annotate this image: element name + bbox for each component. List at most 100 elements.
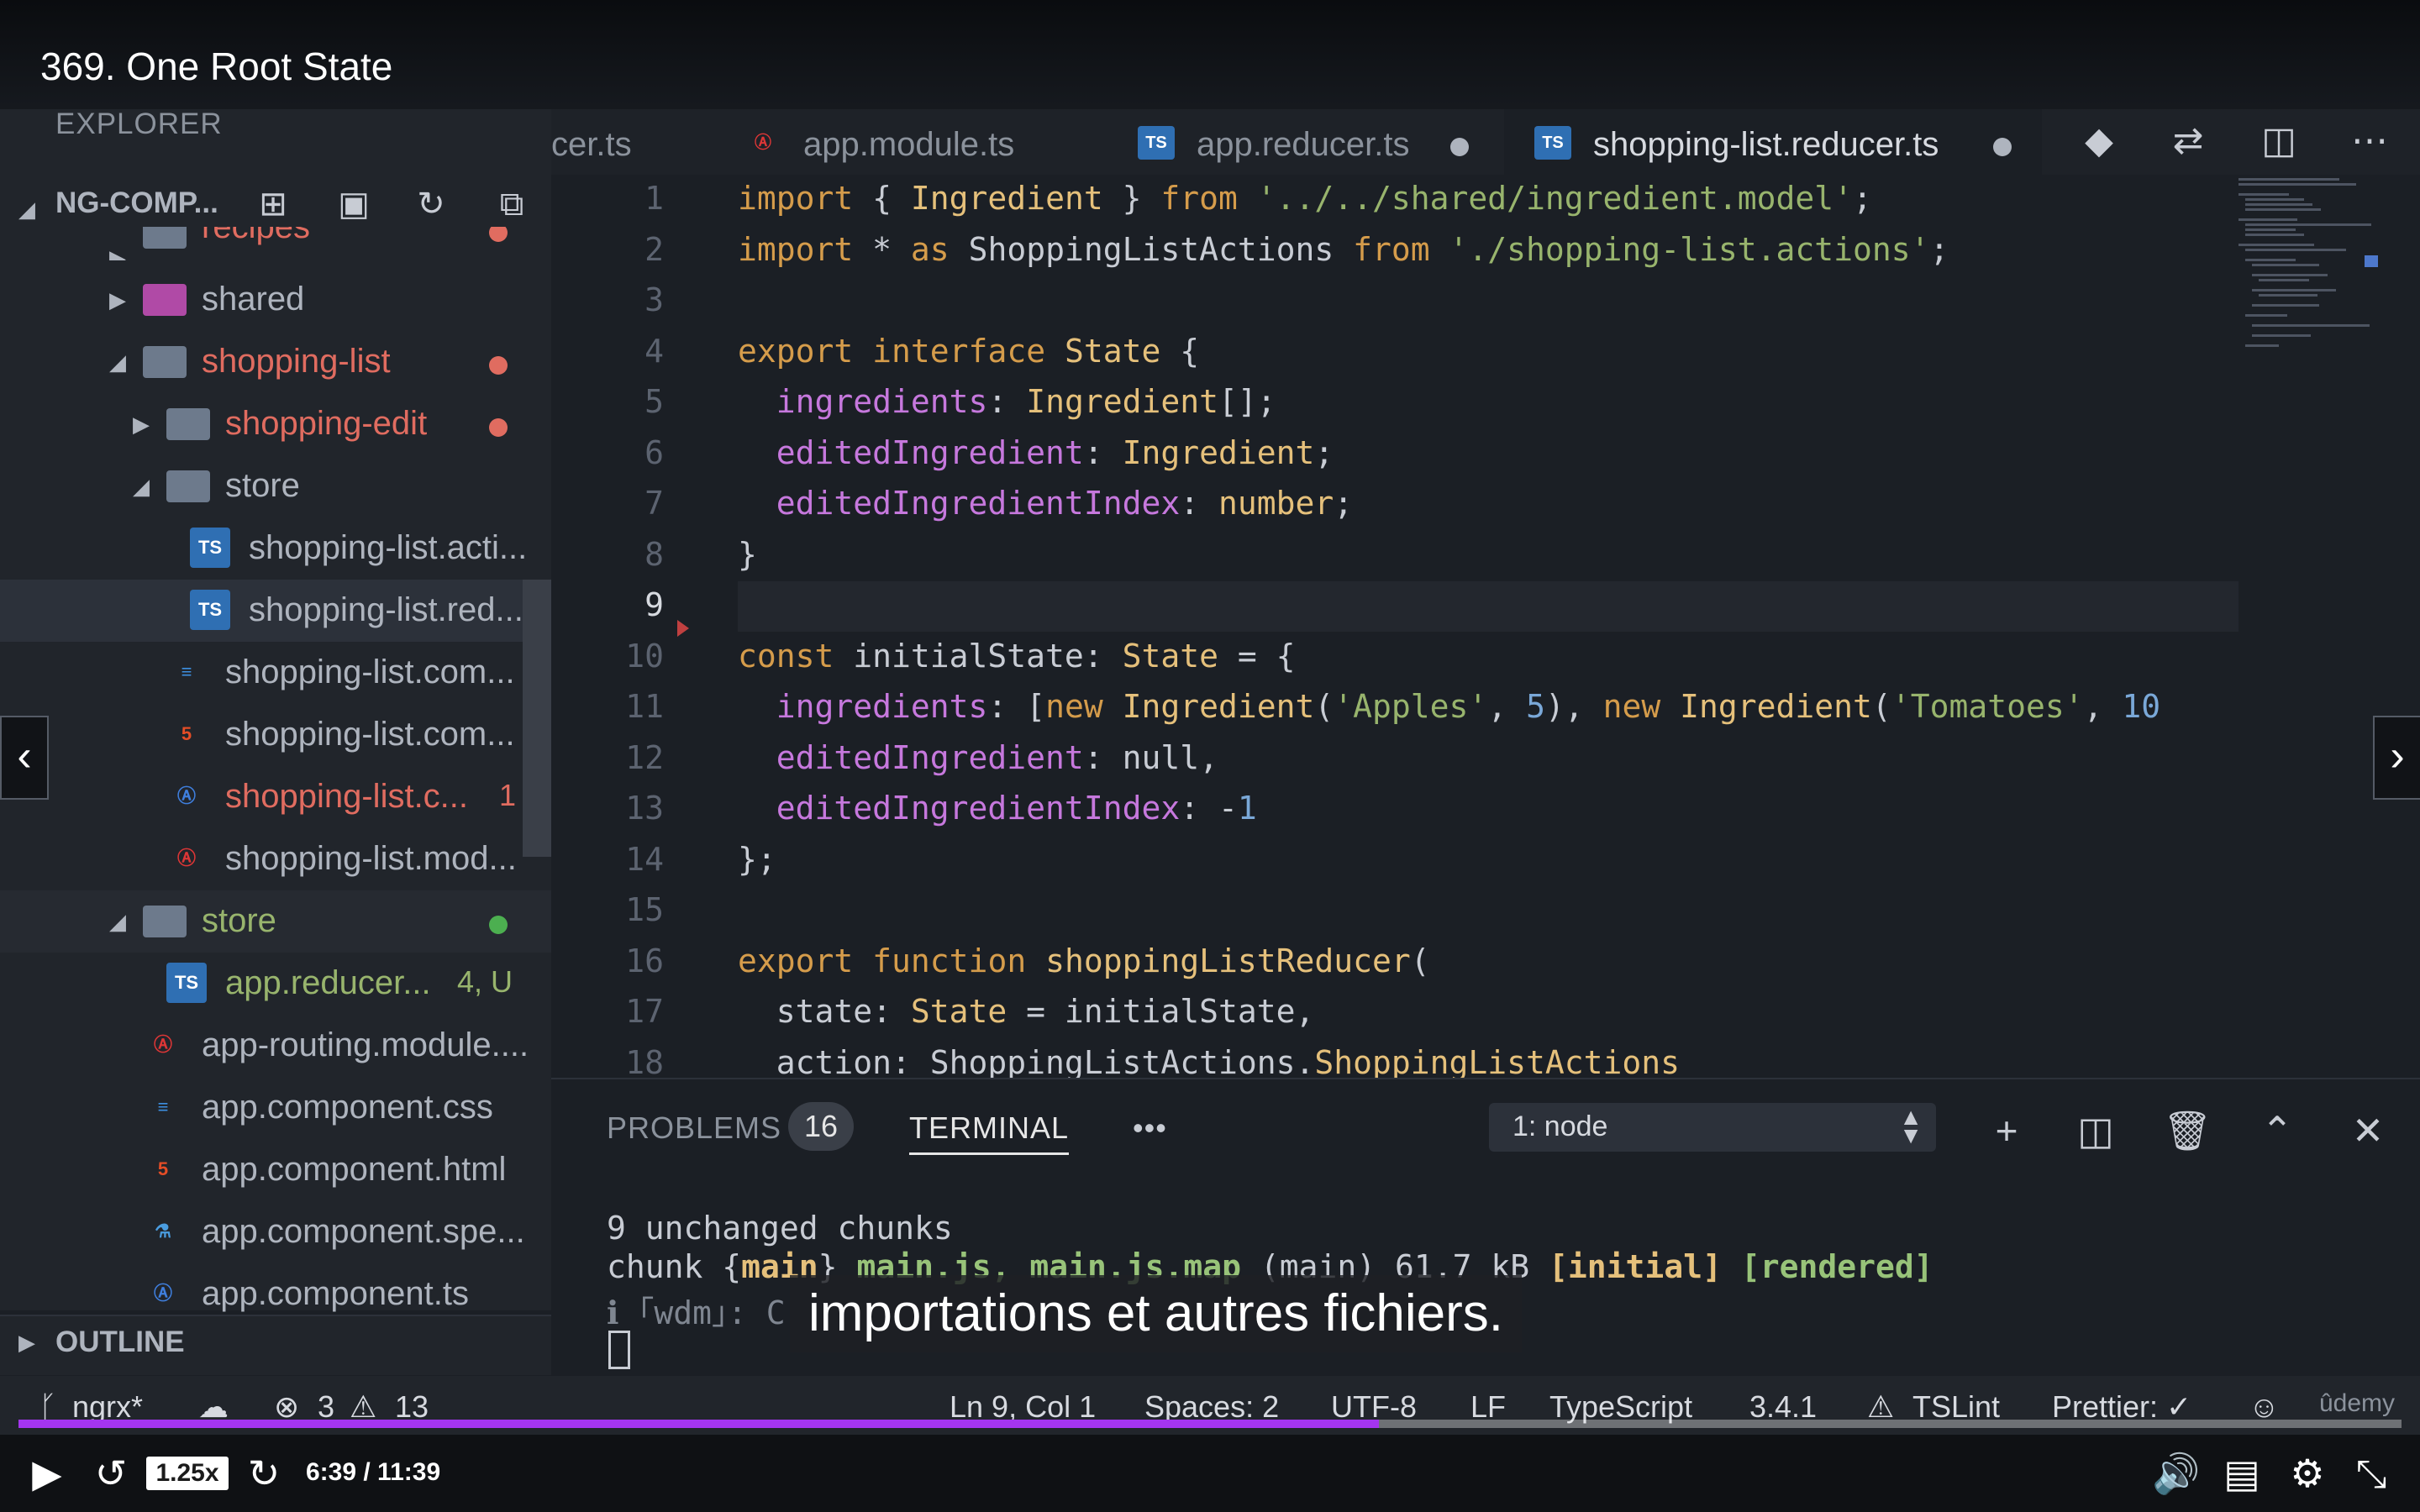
tree-item[interactable]: ≡ app.component.css (0, 1077, 551, 1139)
code-line: ingredients: Ingredient[]; (776, 383, 1276, 420)
collapse-all-icon[interactable]: ⧉ (491, 183, 533, 225)
git-icon[interactable]: ◆ (2075, 118, 2123, 165)
tree-item-label: store (225, 467, 300, 504)
tree-item-label: shopping-list.c... (225, 778, 469, 815)
outline-label: OUTLINE (55, 1326, 185, 1358)
chevron-down-icon[interactable]: ◢ (133, 474, 150, 500)
tree-item-label: app.component.css (202, 1089, 493, 1126)
volume-icon[interactable]: 🔊 (2151, 1448, 2202, 1499)
css-icon: ≡ (181, 661, 192, 682)
tree-item[interactable]: ◢ shopping-list (0, 331, 551, 393)
tree-item[interactable]: ≡ shopping-list.com... (0, 642, 551, 704)
captions-icon[interactable]: ▤ (2217, 1448, 2267, 1499)
tab-app-reducer[interactable]: TS app.reducer.ts (1126, 109, 1512, 175)
chevron-down-icon: ◢ (18, 197, 35, 222)
tree-item[interactable]: ▶ shared (0, 269, 551, 331)
tree-item-badge: 1 (499, 778, 517, 812)
new-folder-icon[interactable]: ▣ (333, 183, 375, 225)
chevron-down-icon[interactable]: ◢ (109, 909, 126, 935)
close-panel-icon[interactable]: ✕ (2344, 1107, 2391, 1154)
code-line: editedIngredient: null, (776, 738, 1218, 776)
chevron-right-icon: ▶ (18, 1330, 35, 1355)
more-actions-icon[interactable]: ⋯ (2346, 118, 2393, 165)
typescript-icon: TS (1138, 126, 1175, 160)
play-icon[interactable]: ▶ (22, 1448, 72, 1499)
terminal-line: ℹ ｢wdm｣: C (607, 1294, 786, 1331)
line-number: 8 (644, 535, 664, 573)
tree-item-label: shopping-list.acti... (249, 529, 528, 566)
tab-terminal[interactable]: TERMINAL (909, 1110, 1070, 1155)
new-file-icon[interactable]: ⊞ (252, 183, 294, 225)
compare-icon[interactable]: ⇄ (2165, 118, 2212, 165)
code-line: editedIngredientIndex: -1 (776, 790, 1257, 827)
folder-icon (143, 284, 187, 316)
refresh-icon[interactable]: ↻ (410, 183, 452, 225)
split-editor-icon[interactable]: ◫ (2255, 118, 2302, 165)
tab-reducer-partial[interactable]: cer.ts (551, 109, 686, 175)
line-number: 3 (644, 281, 664, 318)
minimap[interactable] (2238, 175, 2378, 444)
status-dot-icon (489, 418, 508, 437)
tree-item[interactable]: TS shopping-list.acti... (0, 517, 551, 580)
select-arrows-icon: ▲ ▼ (1899, 1104, 1923, 1148)
tree-item[interactable]: ⚗ app.component.spe... (0, 1201, 551, 1263)
panel-more-icon[interactable]: ••• (1133, 1110, 1167, 1146)
code-line: state: State = initialState, (738, 993, 1315, 1030)
unsaved-dot-icon (1450, 138, 1469, 156)
video-subtitle: importations et autres fichiers. (790, 1275, 1523, 1352)
line-number: 5 (644, 383, 664, 420)
tree-item[interactable]: TS app.reducer... 4, U (0, 953, 551, 1015)
status-dot-icon (489, 356, 508, 375)
chevron-right-icon[interactable]: ▶ (109, 245, 126, 260)
typescript-icon: TS (166, 963, 207, 1003)
tree-item[interactable]: ▶ recipes (0, 227, 551, 260)
chevron-right-icon[interactable]: ▶ (133, 412, 150, 438)
project-name: NG-COMP... (55, 186, 218, 219)
video-time: 6:39 / 11:39 (306, 1458, 441, 1486)
tree-item-label: app.component.html (202, 1151, 507, 1188)
tree-item[interactable]: Ⓐshopping-list.c... 1 (0, 766, 551, 828)
code-line: editedIngredient: Ingredient; (776, 433, 1334, 471)
tree-item[interactable]: Ⓐshopping-list.mod... (0, 828, 551, 890)
playback-speed-button[interactable]: 1.25x (146, 1457, 229, 1490)
chevron-up-icon[interactable]: ⌃ (2254, 1107, 2301, 1154)
tree-item-label: recipes (202, 227, 310, 245)
html-icon: 5 (157, 1158, 169, 1179)
previous-lecture-button[interactable]: ‹ (0, 716, 49, 800)
tree-item[interactable]: ◢ store (0, 890, 551, 953)
tab-problems[interactable]: PROBLEMS (607, 1110, 781, 1146)
settings-gear-icon[interactable]: ⚙ (2282, 1448, 2333, 1499)
tree-item[interactable]: 5 shopping-list.com... (0, 704, 551, 766)
fullscreen-icon[interactable]: ⤡ (2346, 1448, 2396, 1499)
tree-item-label: shopping-list.mod... (225, 840, 517, 877)
breakpoint-marker (677, 620, 689, 637)
trash-icon[interactable]: 🗑 (2163, 1107, 2212, 1154)
tree-item[interactable]: Ⓐapp-routing.module.... (0, 1015, 551, 1077)
tree-item[interactable]: TS shopping-list.red... (0, 580, 551, 642)
folder-icon (143, 346, 187, 378)
angular-module-icon: Ⓐ (153, 1034, 172, 1055)
tab-app-module[interactable]: Ⓐ app.module.ts (731, 109, 1084, 175)
tree-item-label: app.component.spe... (202, 1213, 525, 1250)
tree-item-label: app-routing.module.... (202, 1026, 529, 1063)
tree-item[interactable]: ◢ store (0, 455, 551, 517)
line-number: 7 (644, 485, 664, 522)
tree-item-label: shopping-list (202, 343, 391, 380)
rewind-icon[interactable]: ↺ (86, 1448, 136, 1499)
sidebar-scrollbar[interactable] (523, 580, 551, 857)
forward-icon[interactable]: ↻ (239, 1448, 289, 1499)
tree-item[interactable]: 5 app.component.html (0, 1139, 551, 1201)
new-terminal-icon[interactable]: + (1983, 1107, 2030, 1154)
explorer-header: EXPLORER (55, 108, 223, 140)
line-number: 4 (644, 332, 664, 370)
tree-item-label: store (202, 902, 276, 939)
line-number: 2 (644, 230, 664, 268)
tree-item[interactable]: ▶ shopping-edit (0, 393, 551, 455)
chevron-right-icon[interactable]: ▶ (109, 287, 126, 313)
next-lecture-button[interactable]: › (2373, 716, 2420, 800)
chevron-down-icon[interactable]: ◢ (109, 349, 126, 375)
line-number: 14 (625, 840, 664, 878)
tab-shopping-list-reducer[interactable]: TS shopping-list.reducer.ts (1504, 109, 2042, 178)
status-dot-icon (489, 916, 508, 934)
split-terminal-icon[interactable]: ◫ (2072, 1107, 2119, 1154)
